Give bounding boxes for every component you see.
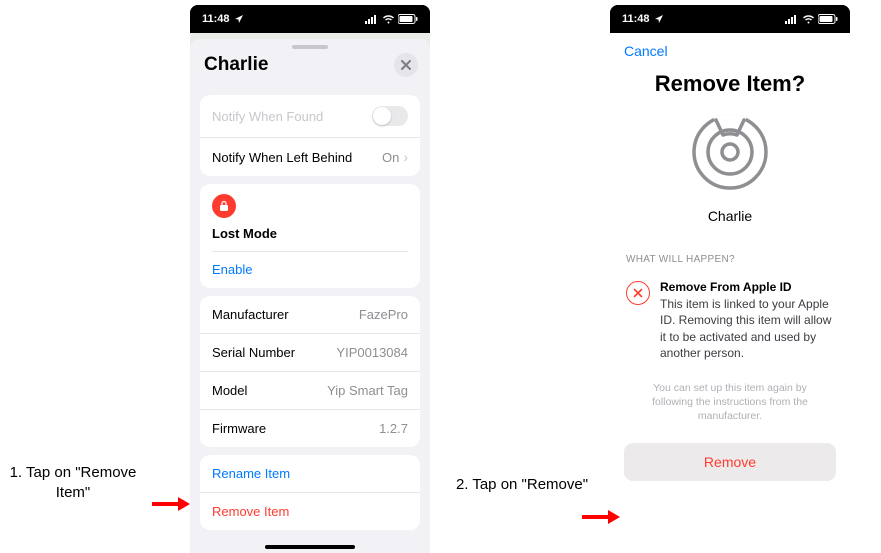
remove-button[interactable]: Remove bbox=[624, 443, 836, 481]
cancel-button[interactable]: Cancel bbox=[624, 43, 668, 59]
signal-icon bbox=[365, 15, 379, 24]
status-time: 11:48 bbox=[202, 13, 230, 25]
item-name: Charlie bbox=[610, 208, 850, 224]
notify-found-row[interactable]: Notify When Found bbox=[200, 95, 420, 138]
annotation-step-2: 2. Tap on "Remove" bbox=[452, 475, 592, 495]
lock-icon bbox=[212, 194, 236, 218]
serial-row: Serial Number YIP0013084 bbox=[200, 334, 420, 372]
remove-info-row: Remove From Apple ID This item is linked… bbox=[610, 271, 850, 361]
close-icon bbox=[401, 60, 411, 70]
info-body: This item is linked to your Apple ID. Re… bbox=[660, 296, 834, 361]
arrow-step-1 bbox=[150, 496, 192, 512]
wifi-icon bbox=[382, 15, 395, 24]
manufacturer-row: Manufacturer FazePro bbox=[200, 296, 420, 334]
remove-title: Remove Item? bbox=[610, 71, 850, 97]
sheet-title: Charlie bbox=[204, 54, 268, 76]
lost-mode-title: Lost Mode bbox=[212, 226, 408, 251]
status-time: 11:48 bbox=[622, 13, 650, 25]
status-bar: 11:48 bbox=[610, 5, 850, 33]
x-circle-icon bbox=[626, 281, 650, 305]
location-icon bbox=[654, 14, 664, 24]
enable-button[interactable]: Enable bbox=[212, 251, 408, 288]
radar-icon bbox=[610, 111, 850, 198]
model-row: Model Yip Smart Tag bbox=[200, 372, 420, 410]
battery-icon bbox=[818, 14, 838, 24]
remove-item-button[interactable]: Remove Item bbox=[200, 493, 420, 530]
info-card: Manufacturer FazePro Serial Number YIP00… bbox=[200, 296, 420, 447]
signal-icon bbox=[785, 15, 799, 24]
phone-screenshot-2: 11:48 Cancel Remove Item? Charlie W bbox=[610, 5, 850, 553]
chevron-right-icon: › bbox=[403, 149, 408, 165]
footnote: You can set up this item again by follow… bbox=[610, 361, 850, 436]
info-title: Remove From Apple ID bbox=[660, 279, 834, 295]
notify-left-row[interactable]: Notify When Left Behind On› bbox=[200, 138, 420, 176]
section-label: WHAT WILL HAPPEN? bbox=[610, 224, 850, 271]
annotation-step-1: 1. Tap on "Remove Item" bbox=[0, 463, 148, 504]
firmware-row: Firmware 1.2.7 bbox=[200, 410, 420, 447]
notify-found-toggle[interactable] bbox=[372, 106, 408, 126]
status-bar: 11:48 bbox=[190, 5, 430, 33]
rename-item-button[interactable]: Rename Item bbox=[200, 455, 420, 493]
arrow-step-2 bbox=[580, 509, 622, 525]
detail-sheet: Charlie Notify When Found Notify When Le… bbox=[190, 39, 430, 553]
location-icon bbox=[234, 14, 244, 24]
battery-icon bbox=[398, 14, 418, 24]
home-indicator[interactable] bbox=[265, 545, 355, 549]
wifi-icon bbox=[802, 15, 815, 24]
phone-screenshot-1: 11:48 Charlie Notify When Found bbox=[190, 5, 430, 553]
close-button[interactable] bbox=[394, 53, 418, 77]
lost-mode-card: Lost Mode Enable bbox=[200, 184, 420, 288]
